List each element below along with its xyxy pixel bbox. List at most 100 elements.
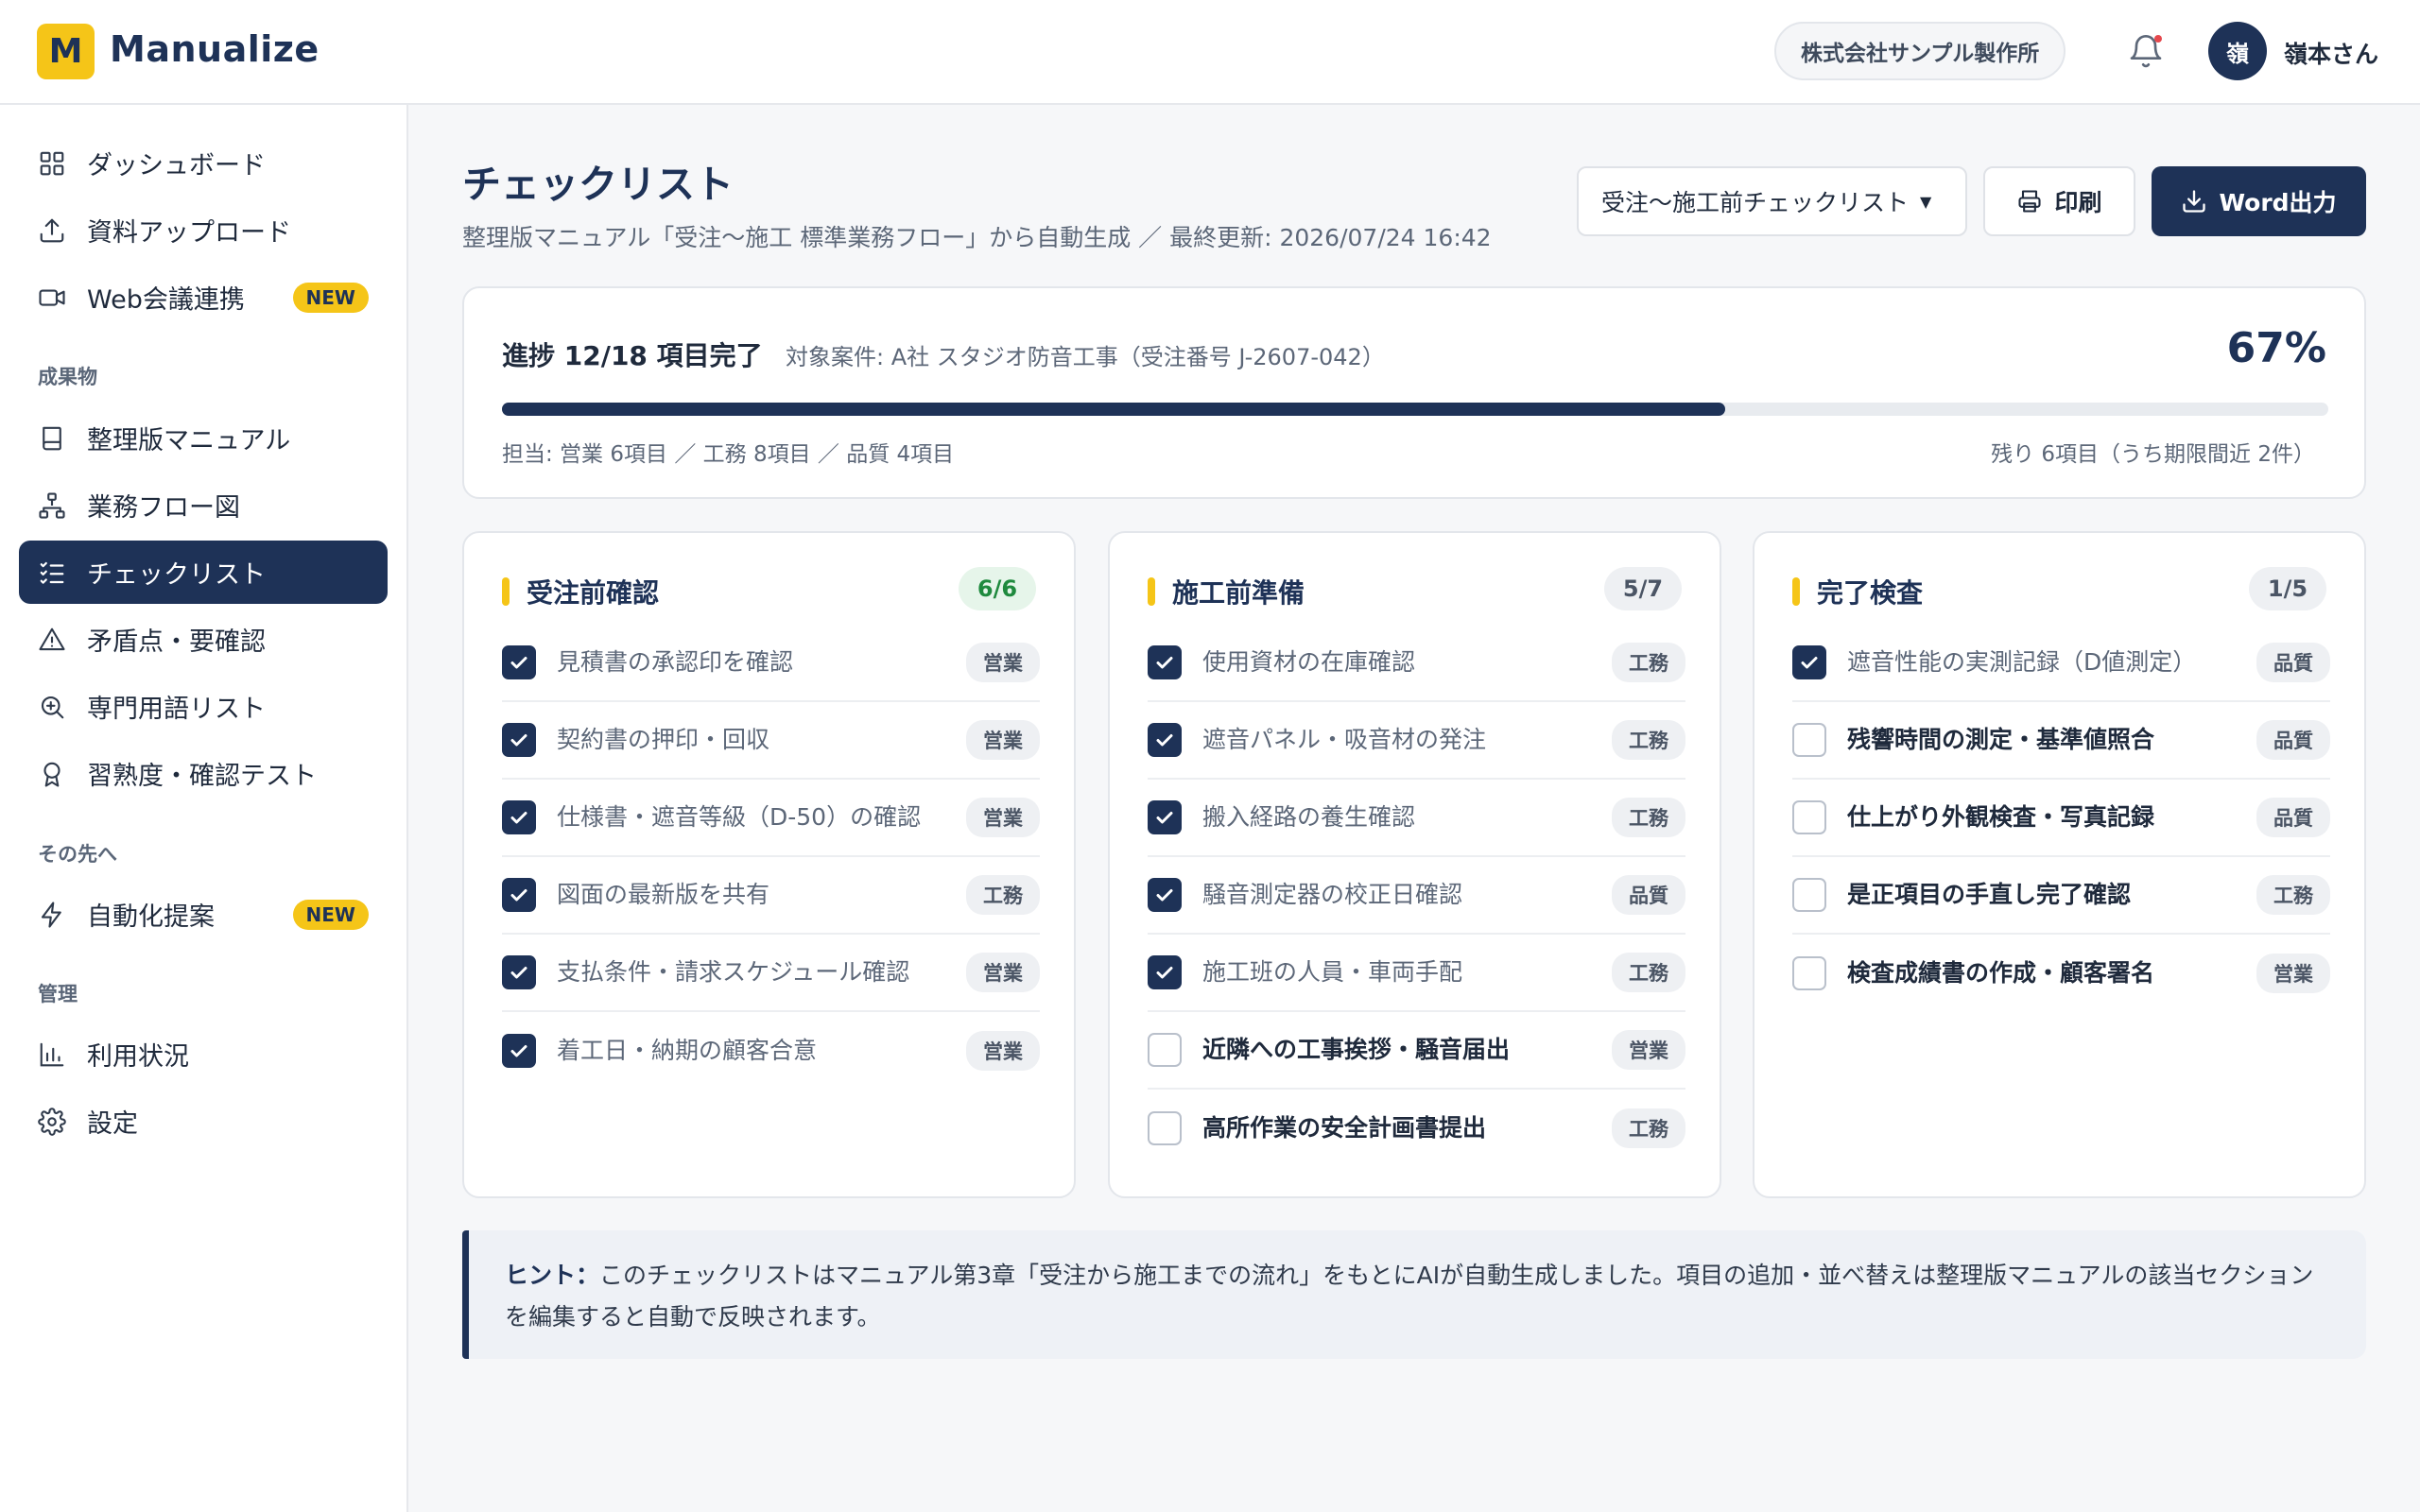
progress-remaining: 残り 6項目（うち期限間近 2件）: [1991, 442, 2315, 467]
sidebar-item-automation[interactable]: 自動化提案 NEW: [19, 883, 388, 946]
checklist-item[interactable]: 高所作業の安全計画書提出 工務: [1148, 1090, 1685, 1167]
checklist-item[interactable]: 検査成績書の作成・顧客署名 営業: [1792, 935, 2330, 1012]
notification-bell-icon[interactable]: [2127, 32, 2165, 72]
video-icon: [36, 282, 68, 314]
column-header: 受注前確認: [502, 573, 659, 610]
checklist-item[interactable]: 使用資材の在庫確認 工務: [1148, 625, 1685, 702]
checklist-item[interactable]: 見積書の承認印を確認 営業: [502, 625, 1040, 702]
checklist-item[interactable]: 遮音性能の実測記録（D値測定） 品質: [1792, 625, 2330, 702]
checklist-item[interactable]: 是正項目の手直し完了確認 工務: [1792, 857, 2330, 935]
checklist-item[interactable]: 支払条件・請求スケジュール確認 営業: [502, 935, 1040, 1012]
page-subtitle: 整理版マニュアル「受注〜施工 標準業務フロー」から自動生成 ／ 最終更新: 20…: [462, 224, 1492, 251]
logo-mark[interactable]: M: [37, 24, 95, 79]
warning-icon: [36, 624, 68, 656]
column-count-badge: 1/5: [2249, 567, 2326, 610]
sidebar-item-label: 習熟度・確認テスト: [87, 762, 317, 791]
checkbox[interactable]: [502, 878, 536, 912]
checklist-item[interactable]: 騒音測定器の校正日確認 品質: [1148, 857, 1685, 935]
checklist-column: 完了検査 1/5 遮音性能の実測記録（D値測定） 品質 残響時間の測定・基準値照合 品質仕…: [1753, 531, 2366, 1198]
checkbox[interactable]: [1792, 956, 1826, 990]
company-chip[interactable]: 株式会社サンプル製作所: [1774, 22, 2066, 80]
checklist-item-label: 支払条件・請求スケジュール確認: [557, 958, 910, 986]
sidebar-item-label: 業務フロー図: [87, 493, 240, 523]
sidebar-item-dashboard[interactable]: ダッシュボード: [19, 131, 388, 195]
sidebar-item-conflicts[interactable]: 矛盾点・要確認: [19, 608, 388, 671]
checklist-item[interactable]: 搬入経路の養生確認 工務: [1148, 780, 1685, 857]
column-header: 完了検査: [1792, 573, 1923, 610]
sidebar-item-label: ダッシュボード: [87, 151, 266, 180]
column-accent-bar: [1792, 577, 1800, 606]
checklist-select-value: 受注〜施工前チェックリスト: [1601, 189, 1910, 216]
grid-icon: [36, 147, 68, 180]
upload-icon: [36, 215, 68, 247]
checklist-item-label: 検査成績書の作成・顧客署名: [1847, 959, 2155, 987]
checkbox[interactable]: [1148, 800, 1182, 834]
app-name[interactable]: Manualize: [110, 28, 320, 70]
avatar[interactable]: 嶺: [2208, 22, 2267, 80]
role-tag: 工務: [1612, 720, 1685, 760]
role-tag: 品質: [2256, 720, 2330, 760]
new-badge: NEW: [292, 282, 369, 313]
role-tag: 品質: [2256, 798, 2330, 837]
checklist-item[interactable]: 図面の最新版を共有 工務: [502, 857, 1040, 935]
column-accent-bar: [502, 577, 510, 606]
role-tag: 工務: [1612, 953, 1685, 992]
role-tag: 品質: [1612, 875, 1685, 915]
checkbox[interactable]: [502, 1034, 536, 1068]
checkbox[interactable]: [502, 955, 536, 989]
checkbox[interactable]: [502, 723, 536, 757]
user-name[interactable]: 嶺本さん: [2284, 36, 2378, 70]
sidebar: ダッシュボード 資料アップロード Web会議連携 NEW 成果物 整理版マニュア…: [0, 105, 408, 1512]
sidebar-item-label: 資料アップロード: [87, 218, 291, 248]
checkbox[interactable]: [1148, 1111, 1182, 1145]
hint-label: ヒント：: [505, 1262, 600, 1289]
checkbox[interactable]: [502, 645, 536, 679]
role-tag: 営業: [966, 953, 1040, 992]
column-title: 受注前確認: [527, 577, 660, 609]
checklist-item[interactable]: 遮音パネル・吸音材の発注 工務: [1148, 702, 1685, 780]
role-tag: 工務: [2256, 875, 2330, 915]
sidebar-item-usage[interactable]: 利用状況: [19, 1022, 388, 1086]
checklist-item[interactable]: 着工日・納期の顧客合意 営業: [502, 1012, 1040, 1090]
checkbox[interactable]: [1148, 1033, 1182, 1067]
checklist-item[interactable]: 近隣への工事挨拶・騒音届出 営業: [1148, 1012, 1685, 1090]
checkbox[interactable]: [1792, 878, 1826, 912]
sidebar-item-upload[interactable]: 資料アップロード: [19, 198, 388, 262]
role-tag: 営業: [966, 798, 1040, 837]
checkbox[interactable]: [1792, 800, 1826, 834]
checkbox[interactable]: [502, 800, 536, 834]
word-export-button[interactable]: Word出力: [2152, 166, 2366, 236]
new-badge: NEW: [292, 899, 369, 930]
checklist-item-label: 遮音性能の実測記録（D値測定）: [1847, 648, 2197, 676]
sidebar-item-checklist[interactable]: チェックリスト: [19, 541, 388, 604]
checklist-items: 見積書の承認印を確認 営業 契約書の押印・回収 営業 仕様書・遮音等級（D-50）の確認…: [502, 625, 1040, 1090]
role-tag: 工務: [1612, 1108, 1685, 1148]
checklist-item-label: 施工班の人員・車両手配: [1202, 958, 1463, 986]
sidebar-item-proficiency-test[interactable]: 習熟度・確認テスト: [19, 742, 388, 805]
checklist-item[interactable]: 施工班の人員・車両手配 工務: [1148, 935, 1685, 1012]
checklist-item[interactable]: 仕上がり外観検査・写真記録 品質: [1792, 780, 2330, 857]
sidebar-item-label: 矛盾点・要確認: [87, 627, 266, 657]
checklist-item[interactable]: 残響時間の測定・基準値照合 品質: [1792, 702, 2330, 780]
checkbox[interactable]: [1792, 723, 1826, 757]
sidebar-item-web-meeting[interactable]: Web会議連携 NEW: [19, 266, 388, 329]
sidebar-item-manual[interactable]: 整理版マニュアル: [19, 406, 388, 470]
sidebar-item-glossary[interactable]: 専門用語リスト: [19, 675, 388, 738]
column-title: 施工前準備: [1172, 577, 1305, 609]
checklist-item-label: 仕様書・遮音等級（D-50）の確認: [557, 803, 922, 831]
sidebar-item-settings[interactable]: 設定: [19, 1090, 388, 1153]
sidebar-item-label: 自動化提案: [87, 902, 215, 932]
checklist-item[interactable]: 仕様書・遮音等級（D-50）の確認 営業: [502, 780, 1040, 857]
checklist-icon: [36, 557, 68, 589]
checkbox[interactable]: [1148, 723, 1182, 757]
sidebar-item-flow[interactable]: 業務フロー図: [19, 473, 388, 537]
checkbox[interactable]: [1148, 955, 1182, 989]
checkbox[interactable]: [1148, 645, 1182, 679]
notification-dot: [2154, 35, 2162, 43]
checklist-select[interactable]: 受注〜施工前チェックリスト ▼: [1577, 166, 1967, 236]
print-button[interactable]: 印刷: [1983, 166, 2135, 236]
checkbox[interactable]: [1148, 878, 1182, 912]
checklist-item[interactable]: 契約書の押印・回収 営業: [502, 702, 1040, 780]
checkbox[interactable]: [1792, 645, 1826, 679]
column-title: 完了検査: [1817, 577, 1924, 609]
